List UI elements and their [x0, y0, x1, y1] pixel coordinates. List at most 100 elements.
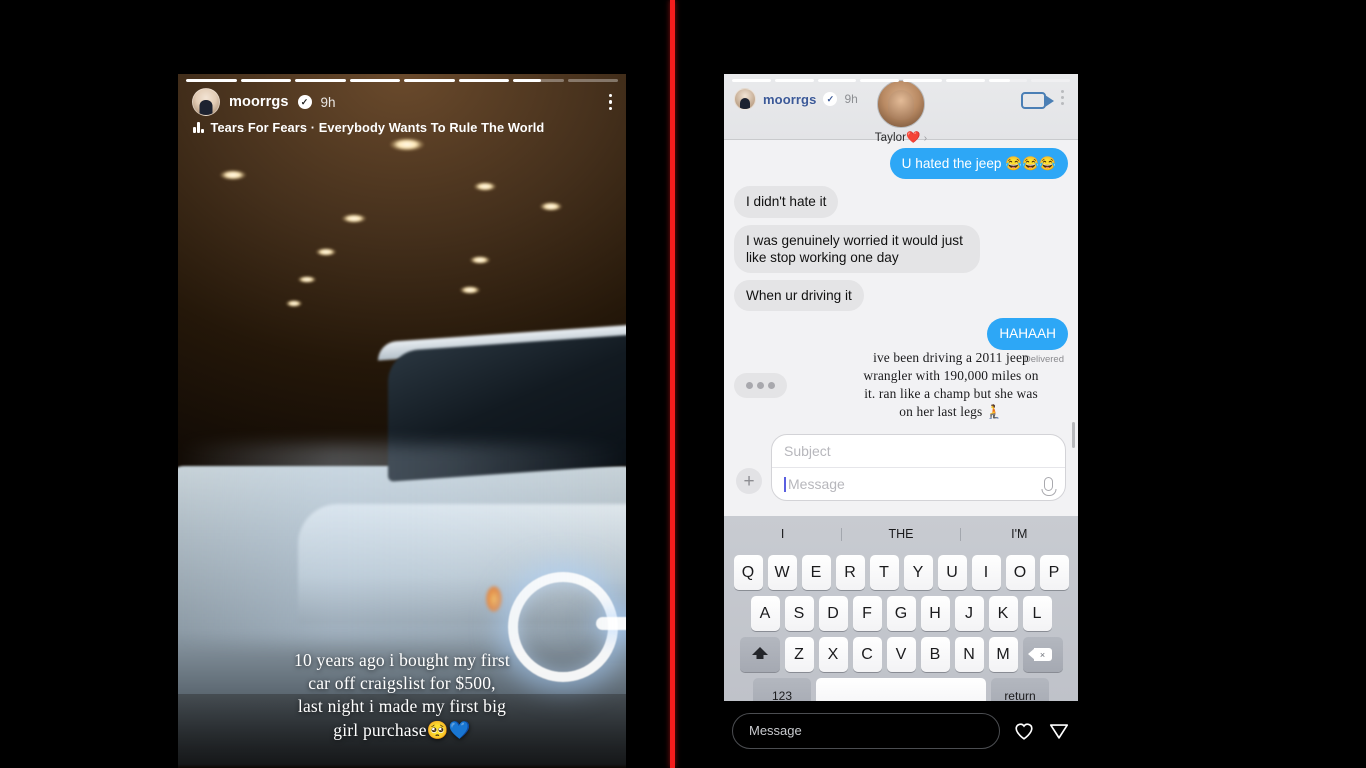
story-username[interactable]: moorrgs: [229, 94, 289, 110]
story-progress-segment: [349, 79, 400, 82]
story-header-overlay: moorrgs ✓ 9h: [734, 88, 858, 110]
message-row[interactable]: HAHAAH: [734, 318, 1072, 350]
keyboard-row-3[interactable]: ZXCVBNM ×: [724, 637, 1078, 672]
prediction-chip[interactable]: I'M: [961, 528, 1078, 541]
scrollbar-thumb[interactable]: [1072, 422, 1075, 448]
message-bubble-incoming[interactable]: When ur driving it: [730, 280, 864, 312]
story-progress-segment: [903, 79, 942, 82]
key-c[interactable]: C: [852, 637, 882, 672]
kebab-menu-icon[interactable]: [608, 93, 612, 111]
key-f[interactable]: F: [852, 596, 882, 631]
verified-badge-icon: ✓: [297, 95, 312, 109]
key-o[interactable]: O: [1005, 555, 1035, 590]
story-overlay-text: ive been driving a 2011 jeep wrangler wit…: [842, 349, 1060, 421]
key-b[interactable]: B: [920, 637, 950, 672]
key-y[interactable]: Y: [903, 555, 933, 590]
story-timestamp: 9h: [320, 94, 336, 110]
message-input[interactable]: Message: [772, 468, 1065, 500]
avatar[interactable]: [192, 88, 220, 116]
keyboard-row-1[interactable]: QWERTYUIOP: [724, 555, 1078, 590]
key-s[interactable]: S: [784, 596, 814, 631]
message-row[interactable]: When ur driving it: [730, 280, 1068, 312]
story-progress-segment: [988, 79, 1028, 82]
story-progress-bar: [178, 74, 626, 82]
key-h[interactable]: H: [920, 596, 950, 631]
shift-key[interactable]: [739, 637, 780, 672]
story-progress-segment: [945, 79, 985, 82]
contact-avatar[interactable]: [877, 80, 925, 128]
video-camera-icon[interactable]: [1021, 92, 1054, 109]
story-progress-segment: [774, 79, 814, 82]
text-line: wrangler with 190,000 miles on: [863, 368, 1039, 384]
message-row[interactable]: I was genuinely worried it would just li…: [730, 224, 1068, 273]
key-n[interactable]: N: [954, 637, 984, 672]
text-line: ive been driving a 2011 jeep: [873, 350, 1029, 365]
key-t[interactable]: T: [869, 555, 899, 590]
message-row[interactable]: I didn't hate it: [729, 186, 1068, 218]
heart-icon[interactable]: [1013, 720, 1035, 742]
story-header: moorrgs ✓ 9h Tears For Fears · Everybody…: [178, 88, 626, 135]
right-story-panel[interactable]: Taylor❤️ › moorrgs ✓ 9h U hated the jeep…: [724, 74, 1078, 701]
story-progress-segment: [817, 79, 857, 82]
delete-key[interactable]: ×: [1022, 637, 1063, 672]
prediction-chip[interactable]: I: [724, 528, 843, 541]
message-placeholder: Message: [788, 476, 845, 492]
paper-plane-icon[interactable]: [1048, 720, 1070, 742]
key-p[interactable]: P: [1039, 555, 1069, 590]
subject-input[interactable]: Subject: [772, 435, 1065, 468]
reply-message-input[interactable]: Message: [732, 712, 1000, 749]
story-progress-segment: [458, 79, 509, 82]
key-q[interactable]: Q: [733, 555, 763, 590]
onscreen-keyboard[interactable]: I THE I'M QWERTYUIOP ASDFGHJKL ZXCVBNM × 1…: [724, 516, 1078, 701]
key-i[interactable]: I: [971, 555, 1001, 590]
story-progress-segment: [240, 79, 291, 82]
equalizer-icon: [193, 122, 204, 133]
story-username[interactable]: moorrgs: [763, 92, 816, 107]
message-bubble-incoming[interactable]: I was genuinely worried it would just li…: [730, 224, 980, 273]
key-e[interactable]: E: [801, 555, 831, 590]
key-w[interactable]: W: [767, 555, 797, 590]
message-row[interactable]: U hated the jeep 😂😂😂: [734, 148, 1073, 180]
key-z[interactable]: Z: [784, 637, 814, 672]
key-m[interactable]: M: [988, 637, 1018, 672]
key-l[interactable]: L: [1022, 596, 1052, 631]
left-story-panel[interactable]: moorrgs ✓ 9h Tears For Fears · Everybody…: [178, 74, 626, 768]
attachment-plus-button[interactable]: +: [736, 468, 762, 494]
avatar[interactable]: [734, 88, 756, 110]
text-caret: [784, 476, 786, 492]
numbers-key[interactable]: 123: [753, 678, 811, 701]
key-r[interactable]: R: [835, 555, 865, 590]
key-g[interactable]: G: [886, 596, 916, 631]
story-progress-bar: [724, 74, 1078, 82]
story-timestamp: 9h: [844, 92, 858, 106]
space-key[interactable]: [816, 678, 986, 701]
microphone-icon[interactable]: [1044, 477, 1053, 491]
imessage-compose-area[interactable]: + Subject Message: [724, 434, 1078, 501]
key-x[interactable]: X: [818, 637, 848, 672]
text-line: on her last legs 🧎: [899, 404, 1003, 420]
message-bubble-outgoing[interactable]: HAHAAH: [987, 318, 1072, 350]
story-reply-bar[interactable]: Message: [724, 703, 1078, 758]
verified-badge-icon: ✓: [823, 92, 838, 106]
story-progress-segment: [732, 79, 771, 82]
message-bubble-incoming[interactable]: I didn't hate it: [729, 186, 839, 218]
message-bubble-outgoing[interactable]: U hated the jeep 😂😂😂: [889, 148, 1073, 180]
key-k[interactable]: K: [988, 596, 1018, 631]
key-v[interactable]: V: [886, 637, 916, 672]
story-progress-segment: [860, 79, 899, 82]
keyboard-row-2[interactable]: ASDFGHJKL: [724, 596, 1078, 631]
prediction-chip[interactable]: THE: [842, 528, 961, 541]
key-j[interactable]: J: [954, 596, 984, 631]
text-line: it. ran like a champ but she was: [864, 386, 1038, 402]
key-u[interactable]: U: [937, 555, 967, 590]
key-a[interactable]: A: [750, 596, 780, 631]
panel-divider: [670, 0, 675, 768]
kebab-menu-icon[interactable]: [1061, 90, 1064, 105]
story-music-label[interactable]: Tears For Fears · Everybody Wants To Rul…: [211, 120, 545, 135]
predictive-text-bar[interactable]: I THE I'M: [724, 520, 1078, 549]
keyboard-row-4[interactable]: 123 return: [724, 678, 1078, 701]
key-d[interactable]: D: [818, 596, 848, 631]
screenshot-root: moorrgs ✓ 9h Tears For Fears · Everybody…: [0, 0, 1366, 768]
return-key[interactable]: return: [991, 678, 1049, 701]
story-progress-segment: [513, 79, 564, 82]
